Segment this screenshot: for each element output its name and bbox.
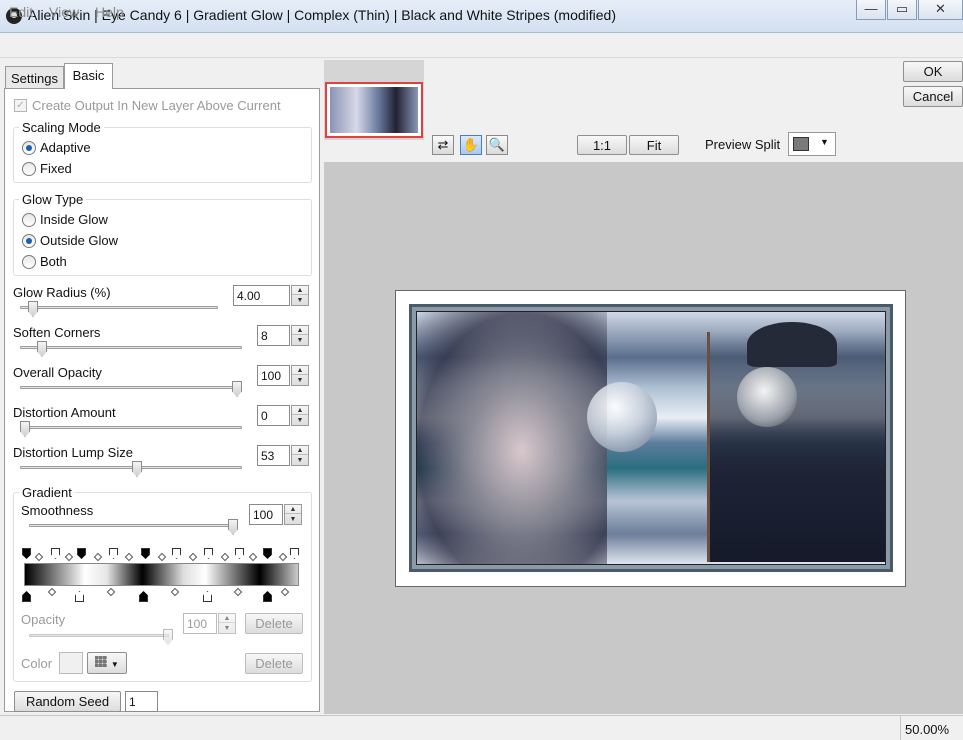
ok-button[interactable]: OK <box>903 61 963 82</box>
close-button[interactable]: ✕ <box>918 0 963 20</box>
smoothness-value[interactable]: 100 <box>249 504 283 525</box>
outside-glow-radio[interactable] <box>22 234 36 248</box>
chevron-down-icon: ▼ <box>110 660 119 669</box>
maximize-button[interactable]: ▭ <box>887 0 917 20</box>
color-label: Color <box>21 656 53 671</box>
outside-glow-label: Outside Glow <box>40 233 119 248</box>
compare-icon[interactable]: ⇄ <box>432 135 454 155</box>
random-seed-value[interactable]: 1 <box>125 691 158 712</box>
smoothness-label: Smoothness <box>21 503 94 518</box>
distortion-lump-size-spinner[interactable]: ▲ ▼ <box>291 445 309 466</box>
zoom-level: 50.00% <box>905 722 950 737</box>
distortion-amount-label: Distortion Amount <box>13 405 116 420</box>
fixed-radio[interactable] <box>22 162 36 176</box>
opacity-label: Opacity <box>21 612 66 627</box>
tab-settings[interactable]: Settings <box>5 66 64 90</box>
adaptive-radio[interactable] <box>22 141 36 155</box>
glow-radius-label: Glow Radius (%) <box>13 285 111 300</box>
navigator-thumbnail[interactable] <box>325 82 423 138</box>
glow-radius-value[interactable]: 4.00 <box>233 285 290 306</box>
soften-corners-track[interactable] <box>20 346 242 349</box>
opacity-spinner[interactable]: ▲ ▼ <box>218 613 236 634</box>
overall-opacity-track[interactable] <box>20 386 242 389</box>
glow-radius-spinner[interactable]: ▲ ▼ <box>291 285 309 306</box>
distortion-amount-track[interactable] <box>20 426 242 429</box>
hand-icon[interactable]: ✋ <box>460 135 482 155</box>
overall-opacity-label: Overall Opacity <box>13 365 102 380</box>
create-output-checkbox[interactable]: ✓ <box>14 99 27 112</box>
opacity-value[interactable]: 100 <box>183 613 217 634</box>
overall-opacity-spinner[interactable]: ▲ ▼ <box>291 365 309 386</box>
grid-icon <box>95 656 108 667</box>
glow-radius-track[interactable] <box>20 306 218 309</box>
menu-bar <box>0 33 963 58</box>
soften-corners-spinner[interactable]: ▲ ▼ <box>291 325 309 346</box>
menu-view[interactable]: View <box>49 4 79 20</box>
adaptive-label: Adaptive <box>40 140 91 155</box>
both-label: Both <box>40 254 67 269</box>
preview-split-label: Preview Split <box>705 137 781 152</box>
gradient-label: Gradient <box>19 485 75 500</box>
preview-split-dropdown[interactable]: ▼ <box>788 132 836 156</box>
status-bar <box>0 715 963 740</box>
smoothness-track[interactable] <box>29 524 238 527</box>
zoom-1-1-button[interactable]: 1:1 <box>577 135 627 155</box>
glow-type-label: Glow Type <box>19 192 87 207</box>
overall-opacity-value[interactable]: 100 <box>257 365 290 386</box>
status-divider <box>900 716 901 740</box>
preview-canvas <box>395 290 906 587</box>
opacity-track[interactable] <box>29 634 169 637</box>
delete-color-stop-button[interactable]: Delete <box>245 653 303 674</box>
random-seed-button[interactable]: Random Seed <box>14 691 121 712</box>
tab-basic[interactable]: Basic <box>64 63 113 89</box>
preview-artwork <box>416 311 886 565</box>
soften-corners-label: Soften Corners <box>13 325 101 340</box>
soften-corners-value[interactable]: 8 <box>257 325 290 346</box>
smoothness-spinner[interactable]: ▲ ▼ <box>284 504 302 525</box>
delete-opacity-stop-button[interactable]: Delete <box>245 613 303 634</box>
distortion-lump-size-label: Distortion Lump Size <box>13 445 133 460</box>
fixed-label: Fixed <box>40 161 72 176</box>
distortion-amount-value[interactable]: 0 <box>257 405 290 426</box>
menu-edit[interactable]: Edit <box>9 4 33 20</box>
magnifier-icon[interactable]: 🔍 <box>486 135 508 155</box>
distortion-lump-size-value[interactable]: 53 <box>257 445 290 466</box>
inside-glow-radio[interactable] <box>22 213 36 227</box>
create-output-label: Create Output In New Layer Above Current <box>32 98 281 113</box>
inside-glow-label: Inside Glow <box>40 212 108 227</box>
scaling-mode-label: Scaling Mode <box>19 120 104 135</box>
distortion-amount-spinner[interactable]: ▲ ▼ <box>291 405 309 426</box>
gradient-bar[interactable] <box>24 563 299 586</box>
color-swatch[interactable] <box>59 652 83 674</box>
minimize-button[interactable]: — <box>856 0 886 20</box>
both-radio[interactable] <box>22 255 36 269</box>
fit-button[interactable]: Fit <box>629 135 679 155</box>
menu-help[interactable]: Help <box>95 4 124 20</box>
cancel-button[interactable]: Cancel <box>903 86 963 107</box>
distortion-lump-size-track[interactable] <box>20 466 242 469</box>
color-picker-dropdown[interactable]: ▼ <box>87 652 127 674</box>
chevron-down-icon: ▼ <box>820 137 829 147</box>
